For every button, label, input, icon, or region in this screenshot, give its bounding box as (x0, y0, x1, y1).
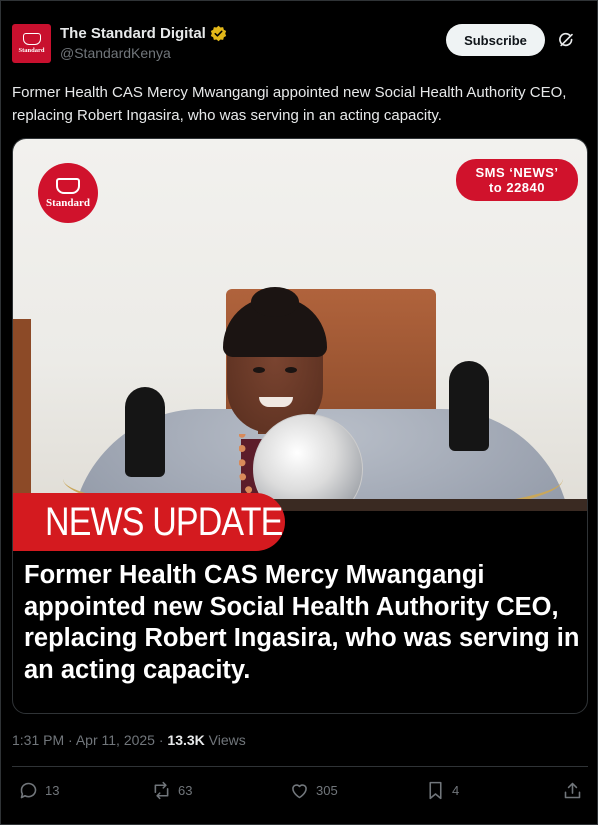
tweet-text: Former Health CAS Mercy Mwangangi appoin… (12, 84, 567, 124)
media-headline: Former Health CAS Mercy Mwangangi appoin… (24, 561, 580, 684)
crest-icon (22, 33, 41, 45)
repost-icon (154, 781, 169, 800)
standard-logo-text: Standard (45, 196, 91, 209)
account-names: The Standard Digital @StandardKenya (60, 25, 227, 61)
like-count: 305 (316, 783, 338, 798)
avatar-logo-text: Standard (18, 47, 45, 54)
news-update-banner: NEWS UPDATE (13, 493, 285, 551)
sms-badge-line2: to 22840 (488, 180, 546, 195)
standard-logo: Standard (38, 163, 98, 223)
meta-separator: · (68, 732, 73, 748)
news-photo: Standard SMS ‘NEWS’ to 22840 (13, 139, 587, 511)
bookmark-count: 4 (452, 783, 460, 798)
tweet-date[interactable]: Apr 11, 2025 (76, 732, 155, 748)
tweet-media-image[interactable]: Standard SMS ‘NEWS’ to 22840 NEWS UPDATE… (12, 138, 588, 714)
photo-smile (259, 397, 293, 407)
reply-count: 13 (45, 783, 60, 798)
views-count: 13.3K (167, 732, 205, 748)
photo-eye-right (285, 367, 297, 373)
news-update-label: NEWS UPDATE (45, 499, 283, 544)
sms-badge-line1: SMS ‘NEWS’ (475, 165, 559, 180)
verified-badge-icon (210, 25, 227, 42)
tweet-container: Standard The Standard Digital @StandardK… (0, 0, 598, 825)
tweet-header: Standard The Standard Digital @StandardK… (12, 21, 588, 65)
sms-news-badge: SMS ‘NEWS’ to 22840 (456, 159, 578, 201)
share-icon (564, 782, 581, 799)
standard-crest-icon (56, 177, 80, 194)
reply-button[interactable]: 13 (18, 780, 59, 801)
photo-thinker-statue-right (449, 361, 489, 451)
divider (12, 766, 588, 767)
photo-shelf (13, 319, 31, 499)
meta-separator: · (158, 732, 164, 748)
display-name[interactable]: The Standard Digital (60, 25, 206, 42)
bookmark-button[interactable]: 4 (425, 780, 459, 801)
account-handle[interactable]: @StandardKenya (60, 45, 227, 61)
like-icon (292, 784, 307, 799)
bookmark-icon (429, 781, 442, 800)
display-name-row[interactable]: The Standard Digital (60, 25, 227, 42)
photo-eye-left (253, 367, 265, 373)
tweet-meta: 1:31 PM · Apr 11, 2025 · 13.3K Views (12, 732, 246, 748)
photo-thinker-statue-left (125, 387, 165, 477)
photo-hair-bun (251, 287, 299, 317)
repost-button[interactable]: 63 (151, 780, 192, 801)
share-button[interactable] (562, 780, 583, 801)
avatar[interactable]: Standard (12, 24, 51, 63)
tweet-time[interactable]: 1:31 PM (12, 732, 64, 748)
grok-icon[interactable] (557, 30, 577, 50)
repost-count: 63 (178, 783, 193, 798)
views-label: Views (208, 732, 246, 748)
like-button[interactable]: 305 (289, 780, 338, 801)
tweet-actions: 13 63 305 4 (12, 780, 588, 806)
reply-icon (20, 782, 37, 799)
subscribe-button[interactable]: Subscribe (446, 24, 545, 56)
